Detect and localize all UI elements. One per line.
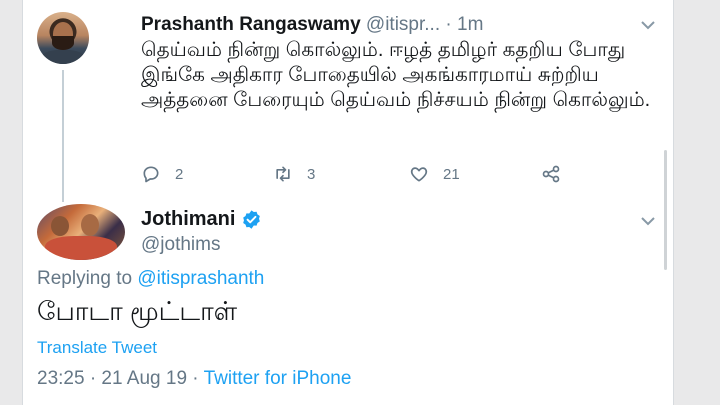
parent-tweet[interactable]: Prashanth Rangaswamy @itispr... · 1m தெய… [23,0,673,202]
retweet-count: 3 [307,165,316,183]
reply-icon [143,166,159,183]
reply-button[interactable]: 2 [141,164,183,184]
avatar[interactable] [37,204,125,260]
display-name-text: Jothimani [141,208,236,230]
like-count: 21 [443,165,460,183]
chevron-down-icon[interactable] [641,18,655,33]
user-handle[interactable]: @jothims [141,234,220,256]
tweet-actions: 2 3 21 [141,164,621,188]
display-name[interactable]: Prashanth Rangaswamy [141,14,361,35]
share-icon [542,165,560,183]
tweet-text: போடா மூட்டாள் [37,296,238,326]
like-icon [410,167,428,182]
reply-tweet[interactable]: Jothimani @jothims Replying to @itispras… [23,196,673,405]
scrollbar[interactable] [664,150,667,270]
like-button[interactable]: 21 [409,164,460,184]
tweet-metadata: 23:25 · 21 Aug 19 · Twitter for iPhone [37,368,351,390]
retweet-icon [276,166,290,182]
display-name[interactable]: Jothimani [141,208,262,231]
replying-prefix: Replying to [37,268,133,289]
thread-connector [62,70,64,202]
avatar[interactable] [37,12,89,64]
retweet-button[interactable]: 3 [273,164,315,184]
separator: · [445,14,452,35]
user-handle[interactable]: @itispr... [366,14,440,35]
chevron-down-icon[interactable] [641,214,655,229]
timestamp[interactable]: 23:25 · 21 Aug 19 · [37,368,199,389]
replying-to: Replying to @itisprashanth [37,268,264,290]
source-link[interactable]: Twitter for iPhone [204,368,352,389]
tweet-time[interactable]: 1m [457,14,483,35]
tweet-text: தெய்வம் நின்று கொல்லும். ஈழத் தமிழர் கதற… [141,39,651,111]
share-button[interactable] [541,164,575,184]
tweet-header: Prashanth Rangaswamy @itispr... · 1m [141,14,483,36]
tweet-thread-card: Prashanth Rangaswamy @itispr... · 1m தெய… [22,0,674,405]
verified-icon [243,210,261,229]
translate-tweet-link[interactable]: Translate Tweet [37,338,157,358]
mention-link[interactable]: @itisprashanth [137,268,264,289]
reply-count: 2 [175,165,184,183]
